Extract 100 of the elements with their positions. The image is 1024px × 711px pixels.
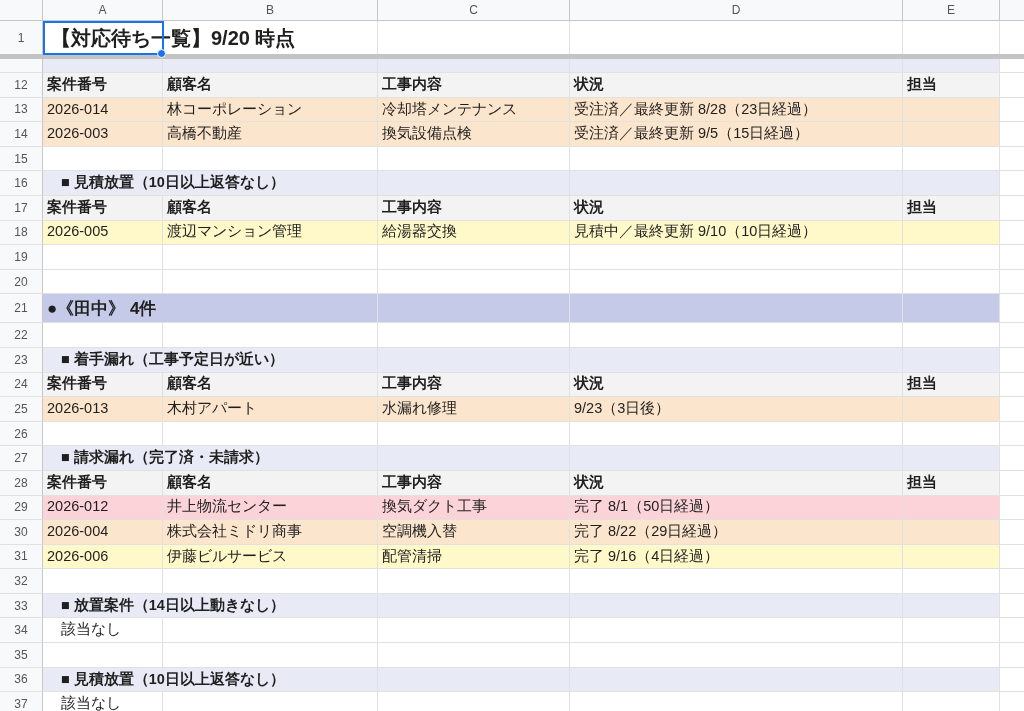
column-label: 担当 (903, 470, 1000, 496)
row-number[interactable]: 20 (0, 269, 43, 295)
table-cell: 見積中／最終更新 9/10（10日経過） (570, 220, 903, 246)
table-cell: 2026-003 (43, 122, 163, 147)
empty-cell[interactable] (903, 245, 1000, 270)
column-header[interactable]: D (570, 0, 903, 21)
row-number[interactable] (0, 59, 43, 73)
empty-cell[interactable] (570, 569, 903, 594)
select-all-corner[interactable] (0, 0, 43, 21)
empty-cell[interactable] (570, 323, 903, 348)
row-number[interactable]: 34 (0, 618, 43, 644)
empty-cell[interactable] (903, 618, 1000, 644)
column-label: 担当 (903, 73, 1000, 98)
row-number[interactable]: 29 (0, 495, 43, 521)
empty-cell[interactable] (378, 245, 570, 270)
empty-cell[interactable] (163, 323, 378, 348)
table-cell: 2026-006 (43, 544, 163, 570)
row-number[interactable]: 24 (0, 372, 43, 398)
table-cell: 該当なし (43, 692, 163, 711)
row-number[interactable]: 1 (0, 21, 43, 54)
column-header[interactable]: C (378, 0, 570, 21)
column-label: 工事内容 (378, 372, 570, 398)
empty-cell[interactable] (570, 245, 903, 270)
table-cell: 伊藤ビルサービス (163, 544, 378, 570)
column-label: 案件番号 (43, 195, 163, 221)
empty-cell[interactable] (570, 618, 903, 644)
table-cell: 渡辺マンション管理 (163, 220, 378, 246)
row-number[interactable]: 27 (0, 446, 43, 471)
row-number[interactable]: 17 (0, 195, 43, 221)
column-label: 案件番号 (43, 372, 163, 398)
column-label: 状況 (570, 73, 903, 98)
empty-cell[interactable] (163, 618, 378, 644)
empty-cell[interactable] (378, 643, 570, 668)
table-cell: 株式会社ミドリ商事 (163, 520, 378, 545)
section-heading: ■ 請求漏れ（完了済・未請求） (43, 446, 378, 471)
section-heading: ■ 見積放置（10日以上返答なし） (43, 171, 378, 196)
section-heading: ■ 放置案件（14日以上動きなし） (43, 593, 378, 619)
row-number[interactable]: 25 (0, 397, 43, 422)
row-number[interactable]: 26 (0, 421, 43, 447)
person-heading: ●《田中》 4件 (43, 294, 378, 324)
column-label: 状況 (570, 195, 903, 221)
table-cell: 換気設備点検 (378, 122, 570, 147)
row-number[interactable]: 35 (0, 643, 43, 668)
table-cell: 受注済／最終更新 9/5（15日経過） (570, 122, 903, 147)
empty-cell[interactable] (378, 569, 570, 594)
table-cell: 完了 8/22（29日経過） (570, 520, 903, 545)
table-cell: 2026-005 (43, 220, 163, 246)
table-cell: 給湯器交換 (378, 220, 570, 246)
row-number[interactable]: 23 (0, 347, 43, 373)
column-label: 工事内容 (378, 195, 570, 221)
section-heading: ■ 着手漏れ（工事予定日が近い） (43, 347, 378, 373)
table-cell: 該当なし (43, 618, 163, 644)
row-number[interactable]: 18 (0, 220, 43, 246)
row-number[interactable]: 19 (0, 245, 43, 270)
empty-cell[interactable] (163, 643, 378, 668)
row-number[interactable]: 16 (0, 171, 43, 196)
row-number[interactable]: 36 (0, 667, 43, 693)
column-label: 顧客名 (163, 470, 378, 496)
row-number[interactable]: 14 (0, 122, 43, 147)
table-cell: 完了 9/16（4日経過） (570, 544, 903, 570)
column-label: 工事内容 (378, 73, 570, 98)
row-number[interactable]: 37 (0, 692, 43, 711)
column-header[interactable] (1000, 0, 1024, 21)
empty-cell[interactable] (903, 323, 1000, 348)
column-header[interactable]: A (43, 0, 163, 21)
table-cell: 9/23（3日後） (570, 397, 903, 422)
table-cell: 木村アパート (163, 397, 378, 422)
row-number[interactable]: 21 (0, 294, 43, 324)
table-cell: 配管清掃 (378, 544, 570, 570)
row-number[interactable]: 28 (0, 470, 43, 496)
row-number[interactable]: 33 (0, 593, 43, 619)
row-number[interactable]: 13 (0, 97, 43, 123)
row-number[interactable]: 22 (0, 323, 43, 348)
column-label: 案件番号 (43, 470, 163, 496)
empty-cell[interactable] (570, 643, 903, 668)
table-cell: 水漏れ修理 (378, 397, 570, 422)
empty-cell[interactable] (163, 245, 378, 270)
empty-cell[interactable] (903, 569, 1000, 594)
row-number[interactable]: 32 (0, 569, 43, 594)
column-label: 顧客名 (163, 372, 378, 398)
row-number[interactable]: 30 (0, 520, 43, 545)
table-cell: 2026-004 (43, 520, 163, 545)
table-cell: 2026-013 (43, 397, 163, 422)
column-header[interactable]: E (903, 0, 1000, 21)
column-label: 顧客名 (163, 73, 378, 98)
empty-cell[interactable] (378, 323, 570, 348)
column-label: 担当 (903, 372, 1000, 398)
column-label: 工事内容 (378, 470, 570, 496)
column-label: 案件番号 (43, 73, 163, 98)
row-number[interactable]: 15 (0, 146, 43, 172)
table-cell: 空調機入替 (378, 520, 570, 545)
empty-cell[interactable] (163, 569, 378, 594)
column-label: 顧客名 (163, 195, 378, 221)
row-number[interactable]: 12 (0, 73, 43, 98)
empty-cell[interactable] (903, 643, 1000, 668)
table-cell: 高橋不動産 (163, 122, 378, 147)
empty-cell[interactable] (378, 618, 570, 644)
row-number[interactable]: 31 (0, 544, 43, 570)
column-header[interactable]: B (163, 0, 378, 21)
section-heading: ■ 見積放置（10日以上返答なし） (43, 667, 378, 693)
